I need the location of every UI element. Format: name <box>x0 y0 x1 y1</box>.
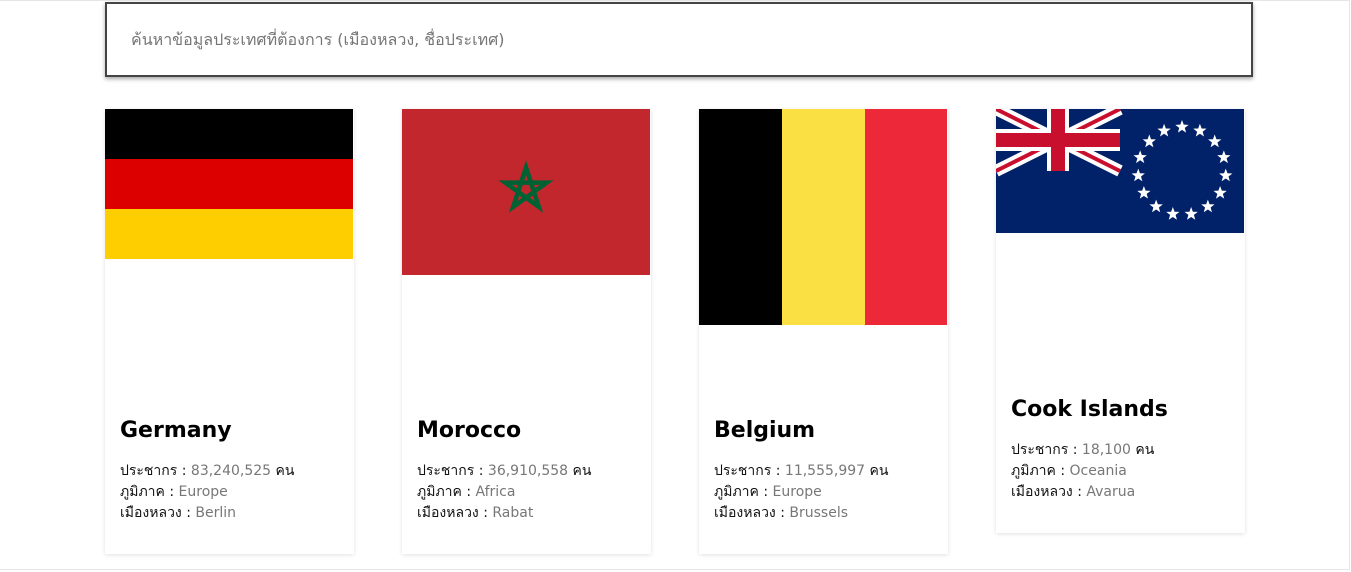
capital-value: Brussels <box>789 505 849 521</box>
capital-label: เมืองหลวง : <box>417 505 493 521</box>
population-label: ประชากร : <box>417 463 488 479</box>
country-card[interactable]: Germany ประชากร : 83,240,525 คน ภูมิภาค … <box>105 109 354 554</box>
country-name: Belgium <box>714 418 816 443</box>
population-label: ประชากร : <box>1011 442 1082 458</box>
card-body: Germany ประชากร : 83,240,525 คน ภูมิภาค … <box>105 417 354 554</box>
region-line: ภูมิภาค : Africa <box>417 482 636 503</box>
flag-area <box>105 109 354 417</box>
region-line: ภูมิภาค : Europe <box>120 482 339 503</box>
flag-image <box>105 109 353 259</box>
flag-area <box>699 109 948 417</box>
country-name: Morocco <box>417 418 522 443</box>
card-body: Cook Islands ประชากร : 18,100 คน ภูมิภาค… <box>996 396 1245 533</box>
population-line: ประชากร : 18,100 คน <box>1011 440 1230 461</box>
card-body: Belgium ประชากร : 11,555,997 คน ภูมิภาค … <box>699 417 948 554</box>
flag-area <box>996 109 1245 396</box>
capital-value: Berlin <box>195 505 237 521</box>
capital-label: เมืองหลวง : <box>714 505 790 521</box>
population-unit: คน <box>865 463 889 479</box>
population-label: ประชากร : <box>120 463 191 479</box>
population-unit: คน <box>568 463 592 479</box>
region-line: ภูมิภาค : Europe <box>714 482 933 503</box>
card-body: Morocco ประชากร : 36,910,558 คน ภูมิภาค … <box>402 417 651 554</box>
region-line: ภูมิภาค : Oceania <box>1011 461 1230 482</box>
search-input[interactable] <box>107 4 1251 75</box>
country-card[interactable]: Cook Islands ประชากร : 18,100 คน ภูมิภาค… <box>996 109 1245 533</box>
region-label: ภูมิภาค : <box>1011 463 1070 479</box>
population-value: 11,555,997 <box>784 463 866 479</box>
capital-line: เมืองหลวง : Berlin <box>120 503 339 524</box>
capital-line: เมืองหลวง : Brussels <box>714 503 933 524</box>
country-grid: Germany ประชากร : 83,240,525 คน ภูมิภาค … <box>105 109 1245 554</box>
population-line: ประชากร : 36,910,558 คน <box>417 461 636 482</box>
region-value: Europe <box>772 484 822 500</box>
population-unit: คน <box>271 463 295 479</box>
region-value: Europe <box>178 484 228 500</box>
flag-area <box>402 109 651 417</box>
population-line: ประชากร : 11,555,997 คน <box>714 461 933 482</box>
capital-label: เมืองหลวง : <box>120 505 196 521</box>
country-card[interactable]: Belgium ประชากร : 11,555,997 คน ภูมิภาค … <box>699 109 948 554</box>
union-jack-canton <box>996 109 1123 177</box>
capital-line: เมืองหลวง : Rabat <box>417 503 636 524</box>
population-value: 36,910,558 <box>487 463 569 479</box>
country-name: Cook Islands <box>1011 397 1168 422</box>
population-value: 18,100 <box>1081 442 1131 458</box>
flag-image <box>996 109 1244 233</box>
capital-value: Avarua <box>1086 484 1136 500</box>
flag-image <box>402 109 650 275</box>
population-line: ประชากร : 83,240,525 คน <box>120 461 339 482</box>
country-card[interactable]: Morocco ประชากร : 36,910,558 คน ภูมิภาค … <box>402 109 651 554</box>
population-unit: คน <box>1130 442 1155 458</box>
population-label: ประชากร : <box>714 463 785 479</box>
region-label: ภูมิภาค : <box>714 484 773 500</box>
capital-value: Rabat <box>492 505 534 521</box>
region-value: Africa <box>475 484 516 500</box>
region-value: Oceania <box>1069 463 1127 479</box>
search-box[interactable] <box>105 2 1253 77</box>
country-name: Germany <box>120 418 232 443</box>
region-label: ภูมิภาค : <box>417 484 476 500</box>
capital-label: เมืองหลวง : <box>1011 484 1087 500</box>
flag-image <box>699 109 947 325</box>
region-label: ภูมิภาค : <box>120 484 179 500</box>
population-value: 83,240,525 <box>190 463 272 479</box>
capital-line: เมืองหลวง : Avarua <box>1011 482 1230 503</box>
